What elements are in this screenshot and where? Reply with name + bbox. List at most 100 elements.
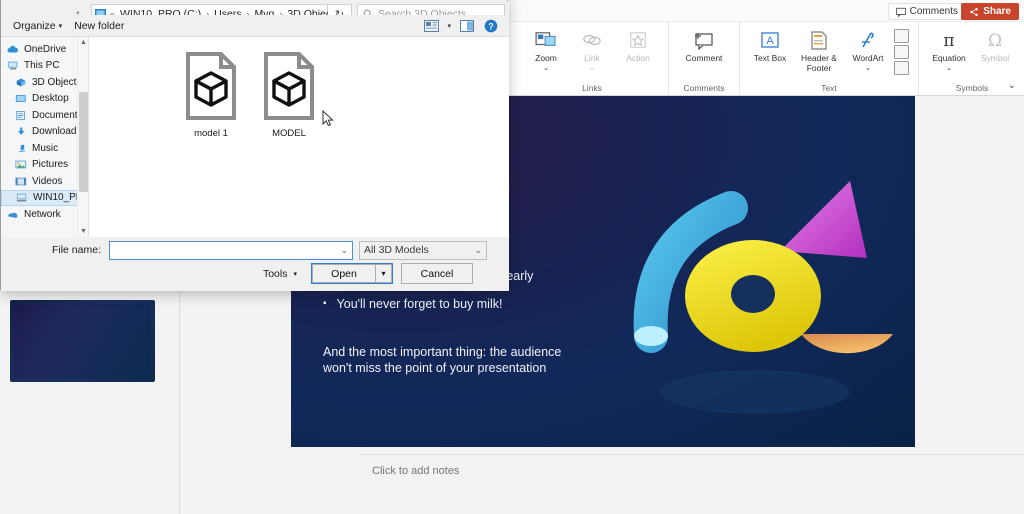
dialog-body: OneDrive This PC 3D Objects Desktop Docu… [1,37,509,237]
ribbon-group-links: Zoom ⌄ Link ⌄ Action Links [516,22,669,96]
ribbon-button-header-footer[interactable]: Header & Footer [793,25,845,73]
comment-icon [692,28,716,52]
new-folder-button[interactable]: New folder [68,20,130,32]
downloads-icon [18,127,25,136]
pictures-icon [15,160,27,169]
comments-button[interactable]: Comments [887,3,966,20]
scroll-up-icon[interactable]: ▲ [78,37,88,48]
slide-closing-text[interactable]: And the most important thing: the audien… [323,344,573,376]
tree-item-downloads[interactable]: Downloads [1,124,88,141]
chevron-down-icon[interactable]: ▾ [447,22,451,30]
chevron-down-icon[interactable]: ⌄ [589,65,595,72]
slide-bullet-2-text: You'll never forget to buy milk! [336,297,503,311]
header-footer-icon [810,28,828,52]
svg-text:?: ? [488,21,494,31]
ribbon-button-text-box-label: Text Box [753,53,787,63]
preview-pane-icon[interactable] [459,19,475,33]
tree-item-pictures[interactable]: Pictures [1,157,88,174]
scroll-down-icon[interactable]: ▼ [78,226,88,237]
tree-item-this-pc-label: This PC [24,60,60,72]
svg-text:Ω: Ω [988,31,1002,50]
network-icon [8,212,18,218]
file-name-label: File name: [51,244,101,256]
ribbon-button-wordart-label: WordArt [852,53,884,63]
3d-model-file-icon [186,52,236,120]
screen: Comments Share Zoom ⌄ Link ⌄ Action Link… [0,0,1024,514]
slide-thumbnail-4[interactable] [10,300,155,382]
ribbon-button-equation[interactable]: π Equation ⌄ [926,25,972,72]
comment-bubble-icon [895,7,906,17]
tree-item-downloads-label: Downloads [32,126,82,138]
organize-button-label: Organize [13,19,56,32]
link-icon [582,28,602,52]
tree-scrollbar-handle[interactable] [79,92,88,192]
slide-number-icon[interactable] [893,45,909,59]
organize-button[interactable]: Organize ▾ [7,20,68,32]
dialog-footer: File name: ⌄ All 3D Models ⌄ Tools ▾ Ope… [1,237,509,291]
ribbon-button-action-label: Action [626,53,650,63]
share-icon [970,7,978,16]
thumbnail-4-canvas [14,304,151,378]
ribbon-button-action[interactable]: Action [615,25,661,64]
change-view-icon[interactable] [423,19,439,33]
chevron-down-icon[interactable]: ⌄ [340,245,352,256]
dialog-toolbar: Organize ▾ New folder ▾ ? [1,15,509,37]
tree-item-win10-pro-c[interactable]: WIN10_PRO (C:) [1,189,88,206]
ribbon-button-text-box[interactable]: A Text Box [747,25,793,64]
tree-item-videos-label: Videos [32,175,63,187]
ribbon-button-wordart[interactable]: WordArt ⌄ [845,25,891,72]
tools-button-label: Tools [262,267,288,280]
cancel-button[interactable]: Cancel [401,263,473,284]
tree-item-this-pc[interactable]: This PC [1,58,88,75]
help-icon[interactable]: ? [483,19,499,33]
file-item-model[interactable]: MODEL [245,51,333,139]
ribbon-button-zoom-label: Zoom [535,53,557,63]
tools-button[interactable]: Tools ▾ [257,266,303,282]
tree-item-music[interactable]: Music [1,140,88,157]
cone-shape [780,181,867,258]
file-name-row: File name: ⌄ All 3D Models ⌄ [1,239,509,261]
collapse-ribbon-button[interactable]: ⌄ [1008,80,1016,91]
open-button[interactable]: Open [312,264,376,283]
date-time-icon[interactable] [893,29,909,43]
navigation-tree[interactable]: OneDrive This PC 3D Objects Desktop Docu… [1,37,89,237]
open-file-dialog[interactable]: ← → ⌄ ↑ « WIN10_PRO (C:) › Users › Mvg ›… [0,0,509,291]
ribbon-button-comment[interactable]: Comment [676,25,732,64]
open-dropdown-button[interactable]: ▾ [376,264,392,283]
ribbon-button-comment-label: Comment [685,53,723,63]
ribbon-button-zoom[interactable]: Zoom ⌄ [523,25,569,72]
reflection [660,370,850,414]
chevron-down-icon[interactable]: ⌄ [865,65,871,72]
ribbon-button-symbol[interactable]: Ω Symbol [972,25,1018,64]
tree-item-videos[interactable]: Videos [1,173,88,190]
file-name-input[interactable]: ⌄ [109,240,353,260]
slide-bullet-item: ▪ You'll never forget to buy milk! [323,296,593,312]
chevron-down-icon[interactable]: ⌄ [946,65,952,72]
chevron-down-icon: ⌄ [474,244,482,255]
svg-text:π: π [943,31,954,50]
tree-item-network[interactable]: Network [1,206,88,223]
tree-item-onedrive[interactable]: OneDrive [1,41,88,58]
ribbon-button-link[interactable]: Link ⌄ [569,25,615,72]
ribbon-button-symbol-label: Symbol [980,53,1010,63]
chevron-down-icon[interactable]: ⌄ [543,65,549,72]
file-type-select[interactable]: All 3D Models ⌄ [359,240,487,260]
tube-cap [634,326,668,346]
share-button[interactable]: Share [961,3,1019,20]
ribbon-group-comments: Comment Comments [669,22,740,96]
tree-item-3d-objects[interactable]: 3D Objects [1,74,88,91]
tree-item-documents[interactable]: Documents [1,107,88,124]
wordart-icon [858,28,878,52]
open-button-group[interactable]: Open ▾ [311,263,393,284]
tree-item-3d-objects-label: 3D Objects [32,76,82,88]
object-icon[interactable] [893,61,909,75]
notes-pane[interactable]: Click to add notes [360,454,1024,514]
file-item-model-1[interactable]: model 1 [167,51,255,139]
tree-item-network-label: Network [24,208,61,220]
ribbon-button-link-label: Link [584,53,600,63]
chevron-down-icon: ▾ [293,270,297,278]
tree-scrollbar[interactable]: ▲ ▼ [77,37,88,237]
tree-item-desktop[interactable]: Desktop [1,91,88,108]
ribbon-group-comments-label: Comments [683,83,725,93]
file-list[interactable]: model 1 MODEL [89,37,509,237]
